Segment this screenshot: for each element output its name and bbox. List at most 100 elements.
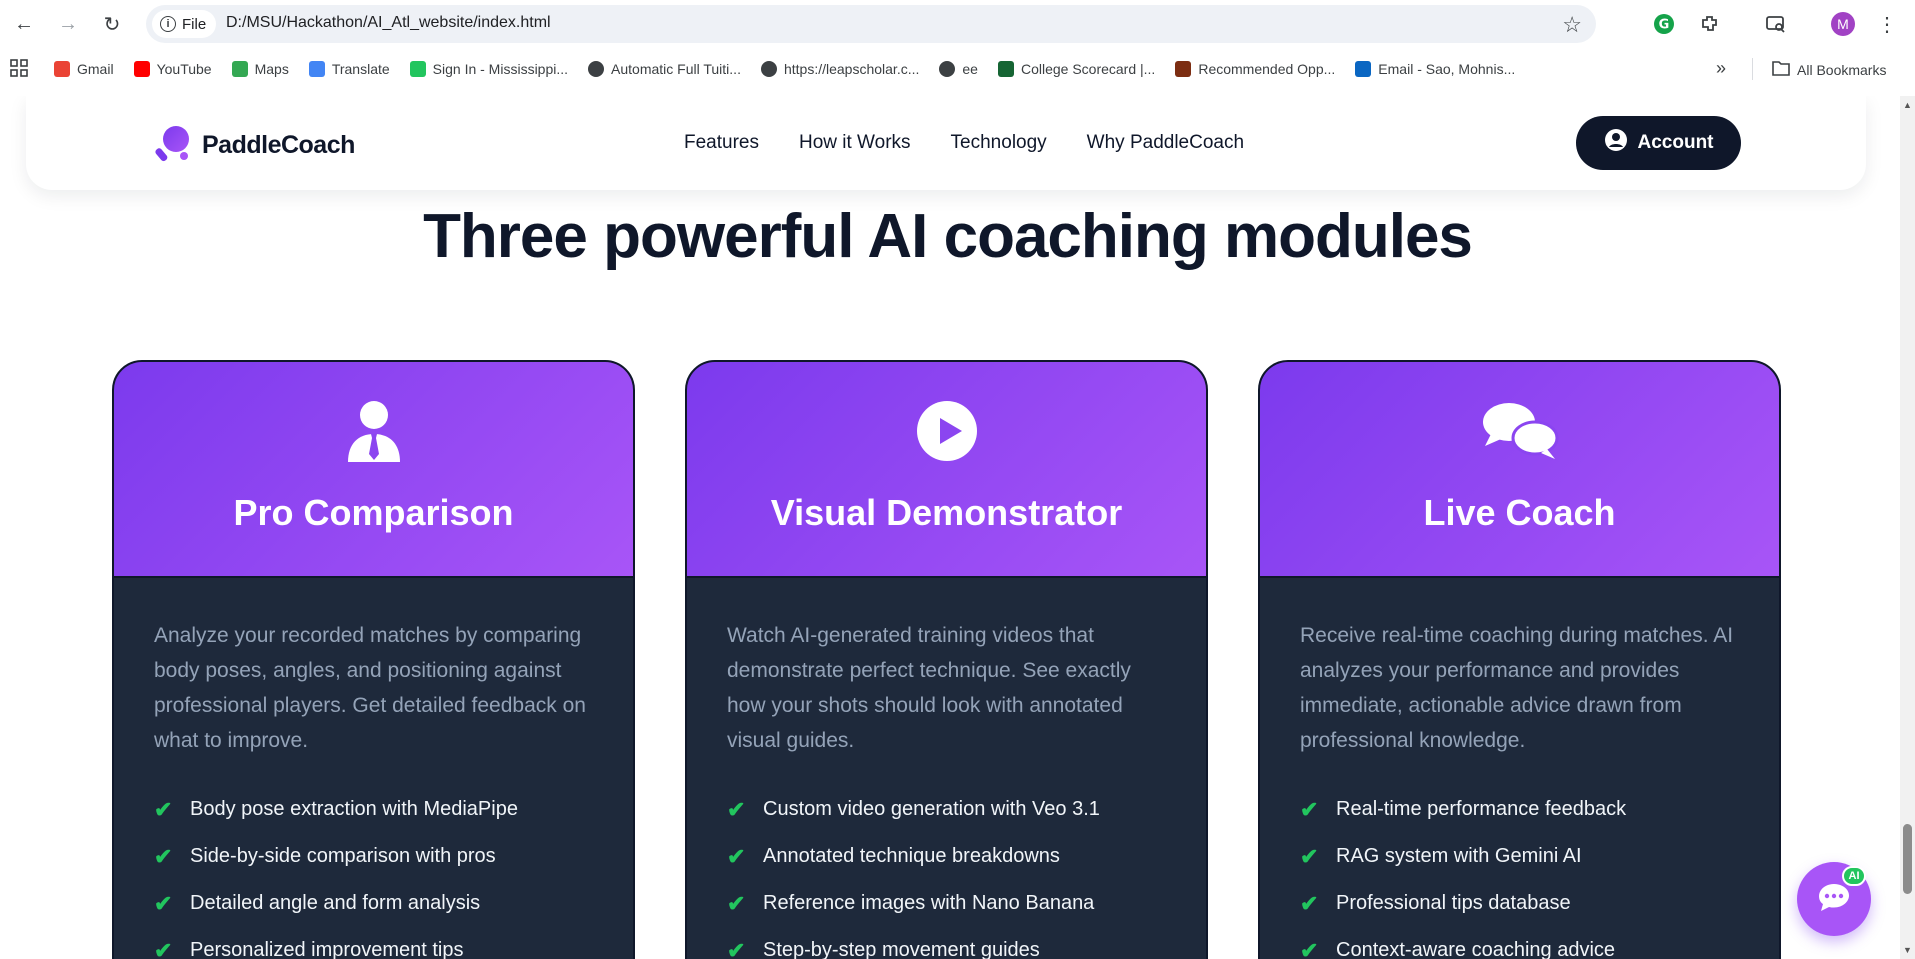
bookmarks-bar: Gmail YouTube Maps Translate Sign In - Missi… — [0, 52, 1915, 86]
page-scrollbar[interactable]: ▲ ▼ — [1900, 96, 1915, 959]
site-info-button[interactable]: i File — [152, 10, 217, 38]
outlook-icon — [1355, 61, 1372, 77]
bookmark-label: YouTube — [156, 61, 212, 77]
chat-icon — [1817, 882, 1851, 917]
bookmark-item[interactable]: Automatic Full Tuiti... — [588, 61, 741, 77]
feature-item: ✔ RAG system with Gemini AI — [1300, 833, 1739, 880]
profile-avatar[interactable]: M — [1829, 10, 1857, 38]
logo[interactable]: PaddleCoach — [154, 124, 355, 167]
feature-text: Real-time performance feedback — [1336, 798, 1627, 820]
back-icon[interactable]: ← — [10, 10, 38, 38]
check-icon: ✔ — [154, 937, 173, 959]
check-icon: ✔ — [1300, 843, 1319, 869]
user-circle-icon — [1604, 128, 1628, 158]
folder-icon — [1772, 60, 1790, 79]
star-bookmark-icon — [1175, 61, 1192, 77]
bookmark-label: Translate — [331, 61, 390, 77]
bookmark-item[interactable]: Gmail — [54, 61, 114, 77]
card-title: Live Coach — [1423, 492, 1616, 533]
bookmark-item[interactable]: Email - Sao, Mohnis... — [1355, 61, 1515, 77]
feature-text: RAG system with Gemini AI — [1336, 845, 1582, 867]
paddle-logo-icon — [154, 124, 192, 167]
gmail-icon — [54, 61, 70, 77]
site-header: PaddleCoach Features How it Works Techno… — [26, 96, 1866, 190]
feature-text: Custom video generation with Veo 3.1 — [763, 798, 1100, 820]
feature-item: ✔ Context-aware coaching advice — [1300, 927, 1739, 959]
browser-toolbar: ← → ↻ i File D:/MSU/Hackathon/AI_Atl_web… — [0, 0, 1915, 48]
module-card-live-coach: Live Coach Receive real-time coaching du… — [1258, 360, 1781, 959]
bookmark-label: Sign In - Mississippi... — [432, 61, 569, 77]
scrollbar-thumb[interactable] — [1903, 824, 1912, 894]
all-bookmarks-label: All Bookmarks — [1797, 61, 1887, 78]
bookmark-item[interactable]: College Scorecard |... — [997, 61, 1155, 77]
feature-text: Side-by-side comparison with pros — [190, 845, 496, 867]
feature-item: ✔ Step-by-step movement guides — [727, 927, 1166, 959]
translate-icon — [308, 61, 325, 77]
card-header: Live Coach — [1260, 362, 1779, 578]
grammarly-icon[interactable]: G — [1650, 10, 1678, 38]
tab-search-icon[interactable] — [1762, 10, 1790, 38]
feature-list: ✔ Custom video generation with Veo 3.1 ✔ A… — [687, 758, 1206, 959]
card-header: Pro Comparison — [114, 362, 633, 578]
feature-text: Personalized improvement tips — [190, 939, 464, 959]
more-bookmarks-button[interactable]: » — [1716, 58, 1726, 79]
nav-technology[interactable]: Technology — [951, 132, 1047, 154]
feature-item: ✔ Detailed angle and form analysis — [154, 880, 593, 927]
bookmarks-divider — [1752, 58, 1753, 80]
card-title: Pro Comparison — [233, 492, 514, 533]
extensions-icon[interactable] — [1696, 10, 1724, 38]
feature-item: ✔ Side-by-side comparison with pros — [154, 833, 593, 880]
feature-item: ✔ Professional tips database — [1300, 880, 1739, 927]
nav-features[interactable]: Features — [684, 132, 759, 154]
check-icon: ✔ — [154, 843, 173, 869]
nav-how-it-works[interactable]: How it Works — [799, 132, 911, 154]
feature-item: ✔ Reference images with Nano Banana — [727, 880, 1166, 927]
feature-item: ✔ Real-time performance feedback — [1300, 786, 1739, 833]
bookmark-item[interactable]: YouTube — [133, 61, 212, 77]
page-viewport: PaddleCoach Features How it Works Techno… — [0, 96, 1915, 959]
chat-bubbles-icon — [1260, 400, 1779, 462]
feature-list: ✔ Real-time performance feedback ✔ RAG sys… — [1260, 758, 1779, 959]
feature-item: ✔ Body pose extraction with MediaPipe — [154, 786, 593, 833]
card-header: Visual Demonstrator — [687, 362, 1206, 578]
play-circle-icon — [687, 400, 1206, 462]
bookmark-item[interactable]: Translate — [308, 61, 390, 77]
card-title: Visual Demonstrator — [770, 492, 1123, 533]
globe-icon — [760, 61, 777, 77]
module-card-pro-comparison: Pro Comparison Analyze your recorded mat… — [112, 360, 635, 959]
address-bar[interactable]: i File D:/MSU/Hackathon/AI_Atl_website/i… — [146, 5, 1596, 43]
scroll-down-arrow-icon[interactable]: ▼ — [1903, 945, 1912, 955]
scroll-up-arrow-icon[interactable]: ▲ — [1903, 100, 1912, 110]
check-icon: ✔ — [154, 890, 173, 916]
reload-icon[interactable]: ↻ — [98, 10, 126, 38]
feature-text: Reference images with Nano Banana — [763, 892, 1095, 914]
check-icon: ✔ — [727, 937, 746, 959]
globe-icon — [939, 61, 956, 77]
bookmark-item[interactable]: Sign In - Mississippi... — [409, 61, 569, 77]
feature-text: Step-by-step movement guides — [763, 939, 1040, 959]
nav-why-paddlecoach[interactable]: Why PaddleCoach — [1087, 132, 1244, 154]
apps-grid-icon[interactable] — [10, 58, 30, 80]
check-icon: ✔ — [727, 843, 746, 869]
url-text[interactable]: D:/MSU/Hackathon/AI_Atl_website/index.ht… — [226, 14, 551, 32]
signin-icon — [409, 61, 426, 77]
logo-text: PaddleCoach — [202, 131, 355, 159]
menu-dots-icon[interactable]: ⋮ — [1873, 10, 1901, 38]
account-button[interactable]: Account — [1576, 116, 1741, 170]
bookmark-label: ee — [962, 61, 978, 77]
main-nav: Features How it Works Technology Why Pad… — [684, 132, 1244, 154]
all-bookmarks-button[interactable]: All Bookmarks — [1772, 60, 1886, 79]
bookmark-star-icon[interactable]: ☆ — [1562, 12, 1582, 38]
bookmark-item[interactable]: ee — [939, 61, 978, 77]
globe-icon — [588, 61, 605, 77]
feature-text: Detailed angle and form analysis — [190, 892, 481, 914]
card-description: Receive real-time coaching during matche… — [1300, 624, 1734, 752]
feature-item: ✔ Personalized improvement tips — [154, 927, 593, 959]
svg-text:G: G — [1659, 18, 1670, 33]
forward-icon[interactable]: → — [54, 10, 82, 38]
bookmark-item[interactable]: https://leapscholar.c... — [760, 61, 919, 77]
bookmark-item[interactable]: Maps — [231, 61, 289, 77]
feature-text: Context-aware coaching advice — [1336, 939, 1616, 959]
check-icon: ✔ — [727, 796, 746, 822]
bookmark-item[interactable]: Recommended Opp... — [1175, 61, 1335, 77]
